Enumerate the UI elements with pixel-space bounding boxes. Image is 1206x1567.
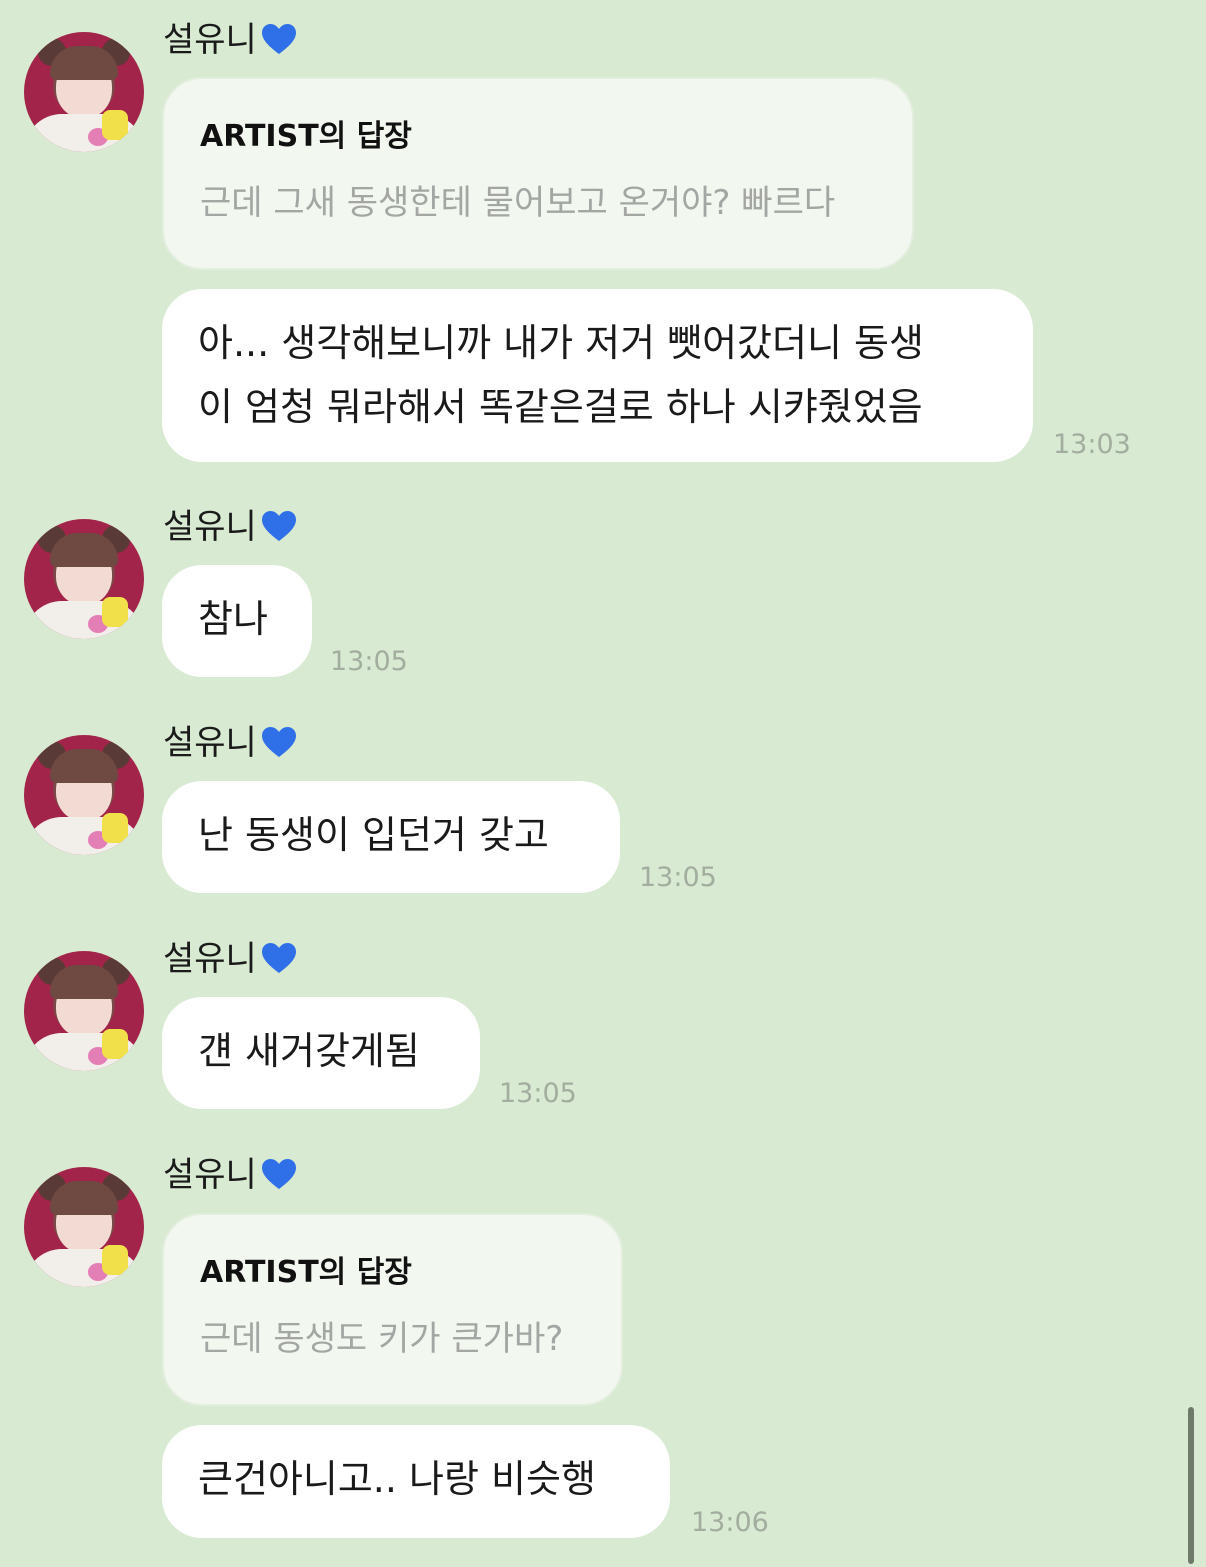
reply-quoted-text: 근데 동생도 키가 큰가바? <box>200 1319 564 1359</box>
message-text: 큰건아니고.. 나랑 비슷행 <box>198 1457 596 1501</box>
reply-quoted-text: 근데 그새 동생한테 물어보고 온거야? 빠르다 <box>200 183 836 223</box>
message-bubble[interactable]: 큰건아니고.. 나랑 비슷행 <box>162 1425 670 1538</box>
blue-heart-icon <box>261 511 296 541</box>
sender-avatar[interactable] <box>24 951 144 1071</box>
sender-name: 설유니 <box>163 1153 297 1197</box>
message-text: 걘 새거갖게됨 <box>198 1029 420 1073</box>
message-timestamp: 13:06 <box>691 1507 769 1538</box>
avatar-yellow-toy <box>102 597 128 627</box>
reply-quote-bubble[interactable]: ARTIST의 답장 근데 그새 동생한테 물어보고 온거야? 빠르다 <box>162 77 914 270</box>
message-timestamp: 13:05 <box>330 646 408 677</box>
reply-header: ARTIST의 답장 <box>200 119 412 154</box>
sender-name-text: 설유니 <box>163 1155 257 1195</box>
message-bubble[interactable]: 난 동생이 입던거 갖고 <box>162 781 620 893</box>
message-bubble[interactable]: 아... 생각해보니까 내가 저거 뺏어갔더니 동생 이 엄청 뭐라해서 똑같은… <box>162 289 1033 462</box>
sender-name: 설유니 <box>163 505 297 549</box>
sender-name: 설유니 <box>163 18 297 62</box>
sender-name: 설유니 <box>163 721 297 765</box>
reply-header: ARTIST의 답장 <box>200 1255 412 1290</box>
message-timestamp: 13:03 <box>1053 429 1131 460</box>
avatar-yellow-toy <box>102 1245 128 1275</box>
blue-heart-icon <box>261 24 296 54</box>
sender-avatar[interactable] <box>24 1167 144 1287</box>
sender-avatar[interactable] <box>24 32 144 152</box>
message-timestamp: 13:05 <box>499 1078 577 1109</box>
blue-heart-icon <box>261 727 296 757</box>
sender-name-text: 설유니 <box>163 20 257 60</box>
sender-name-text: 설유니 <box>163 723 257 763</box>
sender-avatar[interactable] <box>24 735 144 855</box>
scrollbar-thumb[interactable] <box>1188 1407 1194 1564</box>
message-text: 참나 <box>198 597 268 641</box>
sender-avatar[interactable] <box>24 519 144 639</box>
message-line: 아... 생각해보니까 내가 저거 뺏어갔더니 동생 <box>198 321 924 365</box>
message-bubble[interactable]: 참나 <box>162 565 312 677</box>
avatar-yellow-toy <box>102 110 128 140</box>
message-text: 난 동생이 입던거 갖고 <box>198 813 549 857</box>
message-timestamp: 13:05 <box>639 862 717 893</box>
message-bubble[interactable]: 걘 새거갖게됨 <box>162 997 480 1109</box>
message-line: 이 엄청 뭐라해서 똑같은걸로 하나 시캬줬었음 <box>198 385 923 429</box>
sender-name: 설유니 <box>163 937 297 981</box>
sender-name-text: 설유니 <box>163 507 257 547</box>
blue-heart-icon <box>261 943 296 973</box>
reply-quote-bubble[interactable]: ARTIST의 답장 근데 동생도 키가 큰가바? <box>162 1213 623 1406</box>
avatar-yellow-toy <box>102 813 128 843</box>
sender-name-text: 설유니 <box>163 939 257 979</box>
blue-heart-icon <box>261 1159 296 1189</box>
avatar-yellow-toy <box>102 1029 128 1059</box>
